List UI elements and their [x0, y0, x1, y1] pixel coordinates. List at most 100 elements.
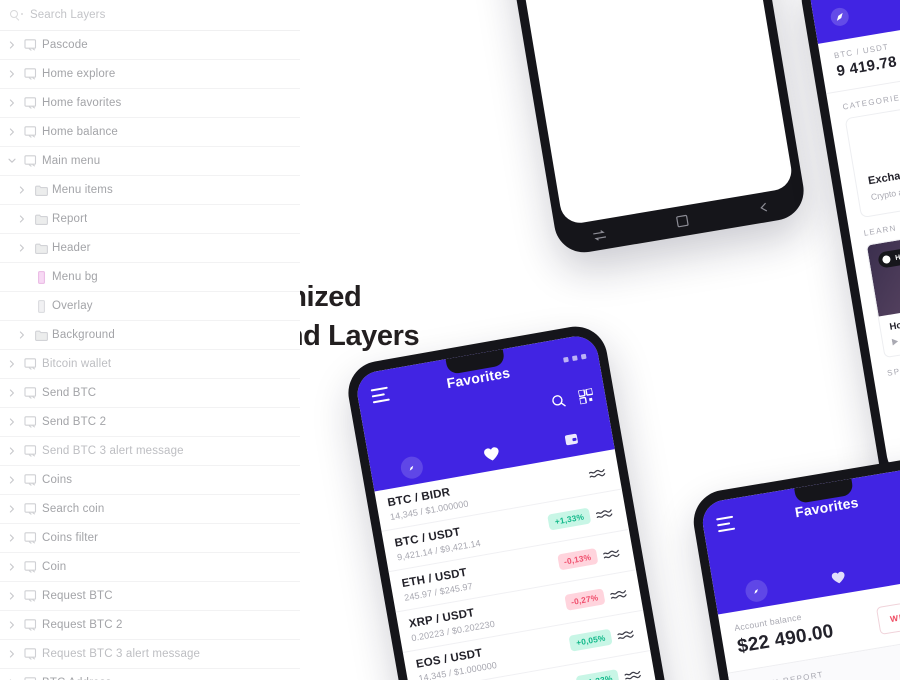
change-badge: -0,27%	[563, 588, 606, 611]
artboard-icon	[20, 503, 42, 515]
wallet-icon	[564, 431, 580, 447]
layer-label: Send BTC 2	[42, 416, 107, 428]
phone-mockup-transactions: Send BTC11 July, 17:05- 0.043010 BTC- $3…	[463, 0, 809, 257]
chevron-right-icon[interactable]	[14, 215, 30, 223]
layer-row[interactable]: Home explore	[0, 60, 300, 89]
layer-label: Coin	[42, 561, 67, 573]
layer-row[interactable]: Coin	[0, 553, 300, 582]
layer-label: Send BTC 3 alert message	[42, 445, 184, 457]
layer-label: Request BTC	[42, 590, 113, 602]
artboard-icon	[20, 387, 42, 399]
qr-code-icon[interactable]	[578, 388, 594, 405]
artboard-icon	[20, 648, 42, 660]
layer-row[interactable]: Menu items	[0, 176, 300, 205]
layer-row[interactable]: Home favorites	[0, 89, 300, 118]
folder-icon	[30, 243, 52, 254]
layer-row[interactable]: Request BTC	[0, 582, 300, 611]
artboard-icon	[20, 97, 42, 109]
layer-label: Coins	[42, 474, 73, 486]
chevron-right-icon[interactable]	[4, 389, 20, 397]
phone-mockup-balance: Favorites Account balance $22 490.00 WIT…	[688, 451, 900, 680]
layer-label: Report	[52, 213, 88, 225]
folder-icon	[30, 214, 52, 225]
chevron-right-icon[interactable]	[4, 70, 20, 78]
heart-icon	[482, 445, 500, 463]
layer-row[interactable]: Request BTC 3 alert message	[0, 640, 300, 669]
layer-row[interactable]: BTC Address	[0, 669, 300, 680]
artboard-icon	[20, 68, 42, 80]
chevron-right-icon[interactable]	[4, 534, 20, 542]
chevron-right-icon[interactable]	[4, 505, 20, 513]
header-actions	[550, 388, 594, 409]
layer-row[interactable]: Bitcoin wallet	[0, 350, 300, 379]
tab-favorites[interactable]	[450, 439, 533, 468]
layer-row[interactable]: Coins filter	[0, 524, 300, 553]
compass-icon[interactable]	[828, 5, 852, 33]
sparkline-icon	[623, 668, 644, 680]
chevron-right-icon[interactable]	[4, 418, 20, 426]
change-badge: +1,33%	[547, 507, 592, 531]
layer-row[interactable]: Request BTC 2	[0, 611, 300, 640]
compass-icon	[743, 578, 769, 604]
layer-row[interactable]: Search coin	[0, 495, 300, 524]
layer-label: Header	[52, 242, 91, 254]
search-icon[interactable]	[550, 393, 566, 409]
chevron-down-icon[interactable]	[4, 157, 20, 165]
search-icon	[10, 9, 23, 22]
sparkline-icon	[609, 587, 630, 599]
layer-row[interactable]: Send BTC 3 alert message	[0, 437, 300, 466]
sparkline-icon	[588, 466, 609, 478]
layer-label: Home balance	[42, 126, 118, 138]
howto-badge: HOW TO	[877, 242, 900, 269]
layer-row[interactable]: Menu bg	[0, 263, 300, 292]
layer-row[interactable]: Home balance	[0, 118, 300, 147]
layer-row[interactable]: Overlay	[0, 292, 300, 321]
chevron-right-icon[interactable]	[4, 592, 20, 600]
layer-list: Pascode Home explore Home favorites Home ba…	[0, 31, 300, 680]
sparkline-icon	[595, 507, 616, 519]
layer-label: Send BTC	[42, 387, 97, 399]
layer-label: Request BTC 2	[42, 619, 123, 631]
chevron-right-icon[interactable]	[4, 447, 20, 455]
withdraw-button[interactable]: WITHDRAW	[876, 594, 900, 635]
sparkline-icon	[602, 547, 623, 559]
artboard-icon	[20, 590, 42, 602]
layers-panel: Pascode Home explore Home favorites Home ba…	[0, 0, 300, 680]
artboard-icon	[20, 358, 42, 370]
layer-label: Coins filter	[42, 532, 99, 544]
tab-wallet[interactable]	[880, 556, 900, 570]
tab-wallet[interactable]	[530, 425, 613, 453]
chevron-right-icon[interactable]	[4, 563, 20, 571]
layer-row[interactable]: Pascode	[0, 31, 300, 60]
layer-label: Pascode	[42, 39, 88, 51]
change-badge: +0,05%	[568, 628, 613, 652]
home-square-icon[interactable]	[675, 214, 689, 228]
chevron-right-icon[interactable]	[4, 41, 20, 49]
layer-row[interactable]: Coins	[0, 466, 300, 495]
layer-row[interactable]: Main menu	[0, 147, 300, 176]
layer-row[interactable]: Report	[0, 205, 300, 234]
chevron-right-icon[interactable]	[14, 331, 30, 339]
layer-row[interactable]: Send BTC 2	[0, 408, 300, 437]
chevron-right-icon[interactable]	[4, 360, 20, 368]
chevron-right-icon[interactable]	[4, 128, 20, 136]
chevron-right-icon[interactable]	[4, 99, 20, 107]
search-layers-row[interactable]	[0, 0, 300, 31]
layer-row[interactable]: Background	[0, 321, 300, 350]
tab-favorites[interactable]	[796, 564, 880, 591]
recents-icon[interactable]	[591, 228, 607, 241]
artboard-icon	[20, 39, 42, 51]
chevron-right-icon[interactable]	[14, 244, 30, 252]
layer-row[interactable]: Header	[0, 234, 300, 263]
chevron-right-icon[interactable]	[14, 186, 30, 194]
layer-label: Main menu	[42, 155, 101, 167]
layer-row[interactable]: Send BTC	[0, 379, 300, 408]
rect-gray-icon	[30, 299, 52, 313]
chevron-right-icon[interactable]	[4, 650, 20, 658]
chevron-right-icon[interactable]	[4, 476, 20, 484]
back-icon[interactable]	[758, 200, 772, 214]
chevron-right-icon[interactable]	[4, 621, 20, 629]
search-input[interactable]	[30, 9, 230, 21]
layer-label: Menu bg	[52, 271, 98, 283]
screenshot-root: Pascode Home explore Home favorites Home ba…	[0, 0, 900, 680]
